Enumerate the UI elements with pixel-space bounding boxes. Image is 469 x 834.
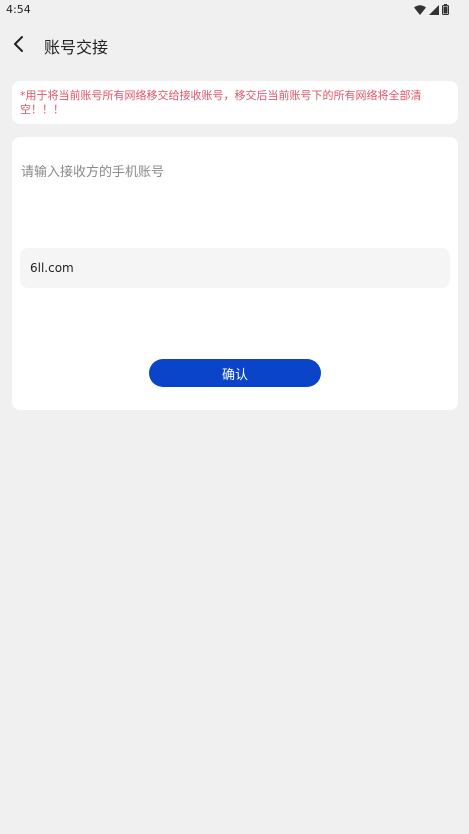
- status-time: 4:54: [6, 3, 31, 16]
- transfer-form-card: 请输入接收方的手机账号 确认: [12, 137, 458, 410]
- chevron-left-icon: [12, 35, 24, 57]
- account-field-label: 请输入接收方的手机账号: [21, 165, 165, 180]
- signal-icon: [429, 4, 439, 15]
- status-bar: 4:54: [0, 0, 469, 20]
- warning-card: *用于将当前账号所有网络移交给接收账号，移交后当前账号下的所有网络将全部清空！！…: [12, 81, 458, 124]
- page-title: 账号交接: [44, 38, 109, 57]
- confirm-button[interactable]: 确认: [149, 359, 321, 387]
- status-icons: [414, 4, 449, 15]
- app-bar: 账号交接: [0, 26, 469, 66]
- battery-icon: [442, 4, 449, 15]
- back-button[interactable]: [6, 32, 30, 60]
- account-input[interactable]: [20, 248, 450, 288]
- wifi-icon: [414, 4, 426, 15]
- warning-text: *用于将当前账号所有网络移交给接收账号，移交后当前账号下的所有网络将全部清空！！…: [20, 89, 422, 116]
